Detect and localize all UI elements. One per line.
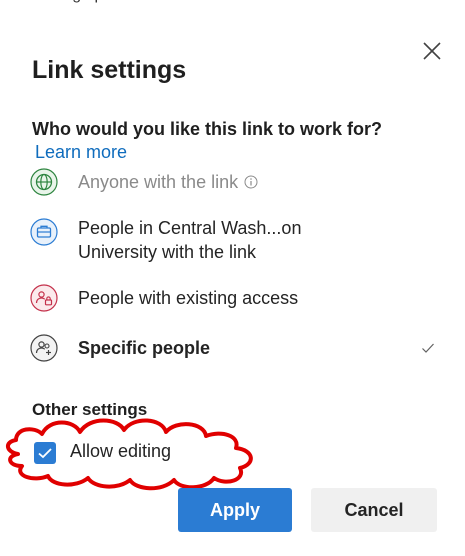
dialog-title: Link settings — [32, 56, 187, 84]
briefcase-icon — [30, 218, 58, 246]
allow-editing-label: Allow editing — [70, 441, 172, 461]
apply-button[interactable]: Apply — [178, 488, 292, 532]
option-anyone-label: Anyone with the link — [78, 170, 258, 194]
link-settings-dialog: Link settings Who would you like this li… — [0, 6, 465, 556]
learn-more-link[interactable]: Learn more — [35, 142, 127, 163]
people-add-icon — [30, 334, 58, 362]
people-lock-icon — [30, 284, 58, 312]
option-specific-people[interactable]: Specific people — [30, 332, 445, 368]
option-existing-access[interactable]: People with existing access — [30, 282, 445, 318]
option-existing-access-label: People with existing access — [78, 288, 299, 308]
partial-text: Sharing options — [26, 0, 137, 4]
option-anyone-text: Anyone with the link — [78, 172, 239, 192]
checkmark-icon — [422, 343, 434, 353]
allow-editing-row[interactable]: Allow editing — [28, 436, 228, 468]
option-specific-people-label: Specific people — [78, 338, 211, 358]
option-organization-label: People in Central Wash...on University w… — [78, 218, 302, 262]
option-people-in-organization[interactable]: People in Central Wash...on University w… — [30, 216, 445, 272]
other-settings-heading: Other settings — [32, 400, 148, 419]
option-anyone-with-link[interactable]: Anyone with the link — [30, 166, 445, 202]
globe-icon — [30, 168, 58, 196]
audience-question: Who would you like this link to work for… — [32, 119, 382, 139]
allow-editing-checkbox[interactable] — [34, 442, 56, 464]
cancel-button[interactable]: Cancel — [311, 488, 437, 532]
close-icon[interactable] — [418, 37, 446, 65]
checkbox-check-icon — [38, 448, 52, 459]
info-icon[interactable] — [244, 175, 258, 189]
